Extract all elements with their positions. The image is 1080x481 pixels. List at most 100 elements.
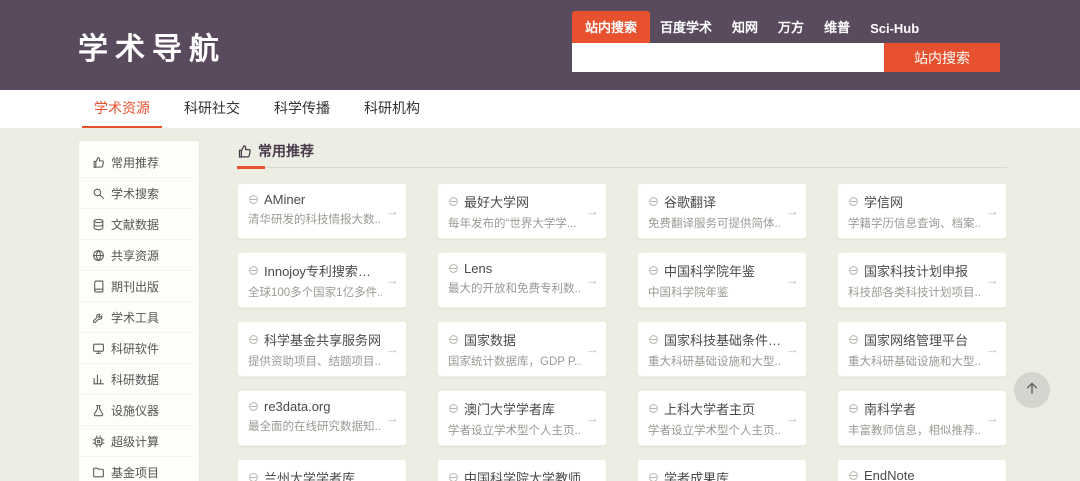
site-card[interactable]: 中国科学院大学教师→ bbox=[437, 459, 607, 481]
card-description: 最大的开放和免费专利数... bbox=[448, 283, 582, 295]
site-icon bbox=[248, 401, 259, 412]
arrow-right-icon: → bbox=[986, 272, 999, 288]
sidebar-item[interactable]: 科研数据 bbox=[79, 364, 193, 395]
arrow-right-icon: → bbox=[386, 203, 399, 219]
card-title-row: 国家科技基础条件平... bbox=[648, 330, 782, 349]
arrow-right-icon: → bbox=[386, 272, 399, 288]
site-icon bbox=[448, 263, 459, 274]
sidebar-item[interactable]: 超级计算 bbox=[79, 426, 193, 457]
card-title-row: 最好大学网 bbox=[448, 192, 582, 211]
search-engine-tab[interactable]: 百度学术 bbox=[650, 11, 722, 43]
card-title: Lens bbox=[464, 261, 493, 276]
search-input[interactable] bbox=[572, 43, 884, 72]
card-description: 丰富教师信息，相似推荐... bbox=[848, 425, 982, 437]
sidebar-item[interactable]: 常用推荐 bbox=[79, 147, 193, 178]
card-title: 中国科学院大学教师 bbox=[464, 471, 582, 481]
site-icon bbox=[448, 472, 459, 481]
card-grid: AMiner 清华研发的科技情报大数... → 最好大学网 每年发布的“世界大学学...… bbox=[237, 183, 1007, 481]
site-card[interactable]: 中国科学院年鉴 中国科学院年鉴 → bbox=[637, 252, 807, 308]
card-title: AMiner bbox=[264, 192, 306, 207]
software-icon bbox=[92, 342, 105, 355]
card-title: 谷歌翻译 bbox=[664, 195, 717, 210]
site-card[interactable]: 国家数据 国家统计数据库，GDP P... → bbox=[437, 321, 607, 377]
site-card[interactable]: 上科大学者主页 学者设立学术型个人主页... → bbox=[637, 390, 807, 446]
card-title-row: 国家数据 bbox=[448, 330, 582, 349]
arrow-right-icon: → bbox=[586, 410, 599, 426]
sidebar-item[interactable]: 文献数据 bbox=[79, 209, 193, 240]
site-icon bbox=[448, 403, 459, 414]
back-to-top-button[interactable] bbox=[1014, 372, 1050, 408]
site-card[interactable]: 国家科技基础条件平... 重大科研基础设施和大型... → bbox=[637, 321, 807, 377]
arrow-right-icon: → bbox=[786, 272, 799, 288]
sidebar-item[interactable]: 学术工具 bbox=[79, 302, 193, 333]
site-icon bbox=[848, 196, 859, 207]
sidebar-item[interactable]: 期刊出版 bbox=[79, 271, 193, 302]
site-card[interactable]: 科学基金共享服务网 提供资助项目、结题项目... → bbox=[237, 321, 407, 377]
site-card[interactable]: 南科学者丰富教师信息，相似推荐... → bbox=[837, 390, 1007, 446]
nav-tab[interactable]: 科研社交 bbox=[172, 90, 252, 128]
card-title-row: Lens bbox=[448, 261, 582, 276]
site-card[interactable]: 学信网 学籍学历信息查询、档案... → bbox=[837, 183, 1007, 239]
site-card[interactable]: 谷歌翻译 免费翻译服务可提供简体... → bbox=[637, 183, 807, 239]
site-card[interactable]: AMiner 清华研发的科技情报大数... → bbox=[237, 183, 407, 239]
card-description: 提供资助项目、结题项目... bbox=[248, 356, 382, 368]
card-title: 国家科技基础条件平... bbox=[664, 333, 782, 348]
site-icon bbox=[248, 194, 259, 205]
arrow-right-icon: → bbox=[586, 203, 599, 219]
arrow-right-icon: → bbox=[986, 203, 999, 219]
nav-tab[interactable]: 科学传播 bbox=[262, 90, 342, 128]
card-description: 重大科研基础设施和大型... bbox=[648, 356, 782, 368]
card-title-row: 学者成果库 bbox=[648, 468, 782, 481]
thumbs-up-icon bbox=[237, 144, 252, 159]
sidebar-item-label: 设施仪器 bbox=[111, 403, 160, 418]
site-card[interactable]: 国家网络管理平台 重大科研基础设施和大型... → bbox=[837, 321, 1007, 377]
sidebar-item-label: 科研软件 bbox=[111, 341, 160, 356]
sidebar-item[interactable]: 基金项目 bbox=[79, 457, 193, 481]
site-icon bbox=[648, 196, 659, 207]
sidebar-item[interactable]: 共享资源 bbox=[79, 240, 193, 271]
sidebar-item[interactable]: 设施仪器 bbox=[79, 395, 193, 426]
primary-navbar: 学术资源 科研社交 科学传播 科研机构 bbox=[0, 90, 1080, 128]
arrow-right-icon: → bbox=[986, 341, 999, 357]
card-title: 南科学者 bbox=[864, 402, 917, 417]
card-description: 学者设立学术型个人主页... bbox=[648, 425, 782, 437]
card-title-row: 南科学者 bbox=[848, 399, 982, 418]
instrument-icon bbox=[92, 404, 105, 417]
arrow-right-icon: → bbox=[586, 341, 599, 357]
card-title-row: 国家网络管理平台 bbox=[848, 330, 982, 349]
site-card[interactable]: Innojoy专利搜索引擎 全球100多个国家1亿多件... → bbox=[237, 252, 407, 308]
sidebar-item-label: 文献数据 bbox=[111, 217, 160, 232]
sidebar-item-label: 学术搜索 bbox=[111, 186, 160, 201]
search-engine-tab[interactable]: Sci-Hub bbox=[860, 15, 929, 43]
card-title: 科学基金共享服务网 bbox=[264, 333, 382, 348]
search-engine-tab[interactable]: 维普 bbox=[814, 11, 860, 43]
site-card[interactable]: 国家科技计划申报 科技部各类科技计划项目... → bbox=[837, 252, 1007, 308]
card-title-row: Innojoy专利搜索引擎 bbox=[248, 261, 382, 280]
card-title-row: AMiner bbox=[248, 192, 382, 207]
site-card[interactable]: Lens 最大的开放和免费专利数... → bbox=[437, 252, 607, 308]
search-engine-tab[interactable]: 万方 bbox=[768, 11, 814, 43]
site-card[interactable]: 最好大学网 每年发布的“世界大学学... → bbox=[437, 183, 607, 239]
search-engine-tab[interactable]: 知网 bbox=[722, 11, 768, 43]
sidebar-item[interactable]: 科研软件 bbox=[79, 333, 193, 364]
site-logo[interactable]: 学术导航 bbox=[78, 24, 226, 68]
nav-tab[interactable]: 科研机构 bbox=[352, 90, 432, 128]
site-card[interactable]: EndNote→ bbox=[837, 459, 1007, 481]
search-engine-tab[interactable]: 站内搜索 bbox=[572, 11, 651, 43]
site-icon bbox=[648, 334, 659, 345]
sidebar-item[interactable]: 学术搜索 bbox=[79, 178, 193, 209]
site-card[interactable]: re3data.org 最全面的在线研究数据知... → bbox=[237, 390, 407, 446]
search-engine-tabs: 站内搜索 百度学术 知网 万方 维普 Sci-Hub bbox=[572, 11, 1000, 43]
sidebar-item-label: 共享资源 bbox=[111, 248, 160, 263]
site-card[interactable]: 兰州大学学者库→ bbox=[237, 459, 407, 481]
thumbs-up-icon bbox=[92, 156, 105, 169]
search-button[interactable]: 站内搜索 bbox=[884, 43, 1000, 72]
site-card[interactable]: 澳门大学学者库 学者设立学术型个人主页... → bbox=[437, 390, 607, 446]
sidebar-item-label: 科研数据 bbox=[111, 372, 160, 387]
site-icon bbox=[848, 265, 859, 276]
arrow-right-icon: → bbox=[986, 410, 999, 426]
card-title: 国家网络管理平台 bbox=[864, 333, 969, 348]
nav-tab[interactable]: 学术资源 bbox=[82, 90, 162, 128]
site-card[interactable]: 学者成果库→ bbox=[637, 459, 807, 481]
card-description: 中国科学院年鉴 bbox=[648, 287, 729, 299]
